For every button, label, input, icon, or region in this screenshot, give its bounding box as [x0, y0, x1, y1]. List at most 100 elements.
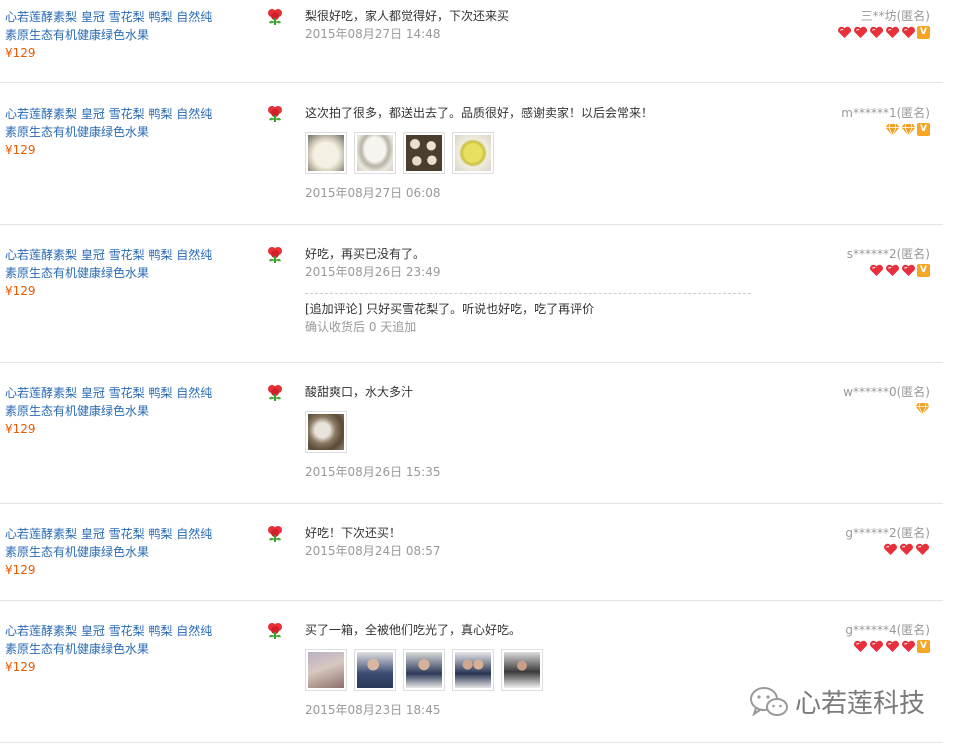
- followup-divider: [305, 293, 751, 294]
- review-item: 心若莲酵素梨 皇冠 雪花梨 鸭梨 自然纯素原生态有机健康绿色水果 ¥129 这次…: [0, 84, 943, 225]
- review-date: 2015年08月26日 23:49: [305, 265, 441, 279]
- product-price: ¥129: [5, 563, 36, 577]
- reviewer-credit-badges: V: [847, 264, 930, 277]
- review-date: 2015年08月24日 08:57: [305, 544, 441, 558]
- review-content: 好吃，再买已没有了。 2015年08月26日 23:49 [追加评论] 只好买雪…: [305, 245, 755, 336]
- review-photo-thumbnail[interactable]: [452, 649, 494, 691]
- review-content: 买了一箱，全被他们吃光了，真心好吃。 2015年08月23日 18:45: [305, 621, 755, 719]
- review-photo-thumbnail[interactable]: [403, 649, 445, 691]
- review-date: 2015年08月23日 18:45: [305, 703, 441, 717]
- review-photo-thumbnail[interactable]: [305, 649, 347, 691]
- reviewer-name: g******2(匿名): [845, 526, 930, 540]
- review-photo-thumbnail[interactable]: [354, 132, 396, 174]
- heart-badge-icon: [870, 264, 883, 276]
- heart-badge-icon: [870, 26, 883, 38]
- product-info: 心若莲酵素梨 皇冠 雪花梨 鸭梨 自然纯素原生态有机健康绿色水果 ¥129: [5, 525, 220, 579]
- review-content: 这次拍了很多，都送出去了。品质很好，感谢卖家！以后会常来！ 2015年08月27…: [305, 104, 755, 202]
- product-name-link[interactable]: 心若莲酵素梨 皇冠 雪花梨 鸭梨 自然纯素原生态有机健康绿色水果: [5, 105, 220, 141]
- review-comment: 酸甜爽口，水大多汁: [305, 385, 414, 399]
- followup-comment: [追加评论] 只好买雪花梨了。听说也好吃，吃了再评价: [305, 302, 595, 316]
- product-info: 心若莲酵素梨 皇冠 雪花梨 鸭梨 自然纯素原生态有机健康绿色水果 ¥129: [5, 384, 220, 438]
- flower-rating-icon: [268, 526, 282, 542]
- reviewer-name: s******2(匿名): [846, 247, 930, 261]
- flower-rating-icon: [268, 385, 282, 401]
- reviewer-credit-badges: V: [841, 123, 930, 136]
- heart-badge-icon: [902, 264, 915, 276]
- diamond-badge-icon: [915, 402, 930, 415]
- review-photo-thumbnail[interactable]: [354, 649, 396, 691]
- review-photo-thumbnail[interactable]: [305, 411, 347, 453]
- reviewer-info: g******2(匿名): [845, 524, 930, 556]
- review-comment: 梨很好吃，家人都觉得好，下次还来买: [305, 9, 510, 23]
- review-item: 心若莲酵素梨 皇冠 雪花梨 鸭梨 自然纯素原生态有机健康绿色水果 ¥129 酸甜…: [0, 364, 943, 504]
- product-price: ¥129: [5, 422, 36, 436]
- review-item: 心若莲酵素梨 皇冠 雪花梨 鸭梨 自然纯素原生态有机健康绿色水果 ¥129 买了…: [0, 602, 943, 743]
- reviewer-info: w******0(匿名): [843, 383, 930, 415]
- heart-badge-icon: [884, 543, 897, 555]
- flower-rating-icon: [268, 247, 282, 263]
- flower-rating-icon: [268, 9, 282, 25]
- product-info: 心若莲酵素梨 皇冠 雪花梨 鸭梨 自然纯素原生态有机健康绿色水果 ¥129: [5, 246, 220, 300]
- product-price: ¥129: [5, 284, 36, 298]
- product-name-link[interactable]: 心若莲酵素梨 皇冠 雪花梨 鸭梨 自然纯素原生态有机健康绿色水果: [5, 525, 220, 561]
- heart-badge-icon: [854, 640, 867, 652]
- product-info: 心若莲酵素梨 皇冠 雪花梨 鸭梨 自然纯素原生态有机健康绿色水果 ¥129: [5, 105, 220, 159]
- review-item: 心若莲酵素梨 皇冠 雪花梨 鸭梨 自然纯素原生态有机健康绿色水果 ¥129 梨很…: [0, 0, 943, 83]
- heart-badge-icon: [870, 640, 883, 652]
- reviewer-name: 三**坊(匿名): [860, 9, 930, 23]
- heart-badge-icon: [854, 26, 867, 38]
- product-price: ¥129: [5, 143, 36, 157]
- review-content: 酸甜爽口，水大多汁 2015年08月26日 15:35: [305, 383, 755, 481]
- review-photos: [305, 649, 755, 691]
- flower-rating-icon: [268, 106, 282, 122]
- reviewer-credit-badges: V: [837, 26, 930, 39]
- review-comment: 好吃，再买已没有了。: [305, 247, 426, 261]
- product-name-link[interactable]: 心若莲酵素梨 皇冠 雪花梨 鸭梨 自然纯素原生态有机健康绿色水果: [5, 622, 220, 658]
- reviewer-info: m******1(匿名) V: [841, 104, 930, 136]
- heart-badge-icon: [916, 543, 929, 555]
- product-name-link[interactable]: 心若莲酵素梨 皇冠 雪花梨 鸭梨 自然纯素原生态有机健康绿色水果: [5, 8, 220, 44]
- review-photos: [305, 132, 755, 174]
- review-content: 梨很好吃，家人都觉得好，下次还来买 2015年08月27日 14:48: [305, 7, 755, 43]
- heart-badge-icon: [886, 26, 899, 38]
- review-item: 心若莲酵素梨 皇冠 雪花梨 鸭梨 自然纯素原生态有机健康绿色水果 ¥129 好吃…: [0, 505, 943, 601]
- heart-badge-icon: [886, 640, 899, 652]
- product-name-link[interactable]: 心若莲酵素梨 皇冠 雪花梨 鸭梨 自然纯素原生态有机健康绿色水果: [5, 384, 220, 420]
- review-photo-thumbnail[interactable]: [452, 132, 494, 174]
- review-photos: [305, 411, 755, 453]
- product-info: 心若莲酵素梨 皇冠 雪花梨 鸭梨 自然纯素原生态有机健康绿色水果 ¥129: [5, 622, 220, 676]
- review-photo-thumbnail[interactable]: [501, 649, 543, 691]
- review-photo-thumbnail[interactable]: [403, 132, 445, 174]
- review-comment: 这次拍了很多，都送出去了。品质很好，感谢卖家！以后会常来！: [305, 106, 654, 120]
- reviewer-name: m******1(匿名): [841, 106, 930, 120]
- review-comment: 好吃！下次还买！: [305, 526, 402, 540]
- product-price: ¥129: [5, 46, 36, 60]
- diamond-badge-icon: [901, 123, 916, 136]
- review-photo-thumbnail[interactable]: [305, 132, 347, 174]
- flower-rating-icon: [268, 623, 282, 639]
- product-price: ¥129: [5, 660, 36, 674]
- reviewer-info: s******2(匿名) V: [847, 245, 930, 277]
- vip-badge-icon: V: [917, 640, 930, 653]
- vip-badge-icon: V: [917, 264, 930, 277]
- heart-badge-icon: [902, 26, 915, 38]
- followup-note: 确认收货后 0 天追加: [305, 320, 417, 334]
- reviewer-credit-badges: V: [845, 640, 930, 653]
- heart-badge-icon: [900, 543, 913, 555]
- vip-badge-icon: V: [917, 123, 930, 136]
- reviewer-name: g******4(匿名): [845, 623, 930, 637]
- heart-badge-icon: [902, 640, 915, 652]
- reviewer-credit-badges: [845, 543, 930, 556]
- reviewer-name: w******0(匿名): [843, 385, 930, 399]
- wechat-icon: [749, 686, 788, 716]
- heart-badge-icon: [838, 26, 851, 38]
- vip-badge-icon: V: [917, 26, 930, 39]
- watermark: 心若莲科技: [749, 683, 925, 720]
- review-date: 2015年08月27日 14:48: [305, 27, 441, 41]
- product-name-link[interactable]: 心若莲酵素梨 皇冠 雪花梨 鸭梨 自然纯素原生态有机健康绿色水果: [5, 246, 220, 282]
- reviewer-info: 三**坊(匿名) V: [837, 7, 930, 39]
- watermark-text: 心若莲科技: [794, 689, 925, 719]
- review-content: 好吃！下次还买！ 2015年08月24日 08:57: [305, 524, 755, 560]
- reviewer-info: g******4(匿名) V: [845, 621, 930, 653]
- review-item: 心若莲酵素梨 皇冠 雪花梨 鸭梨 自然纯素原生态有机健康绿色水果 ¥129 好吃…: [0, 226, 943, 363]
